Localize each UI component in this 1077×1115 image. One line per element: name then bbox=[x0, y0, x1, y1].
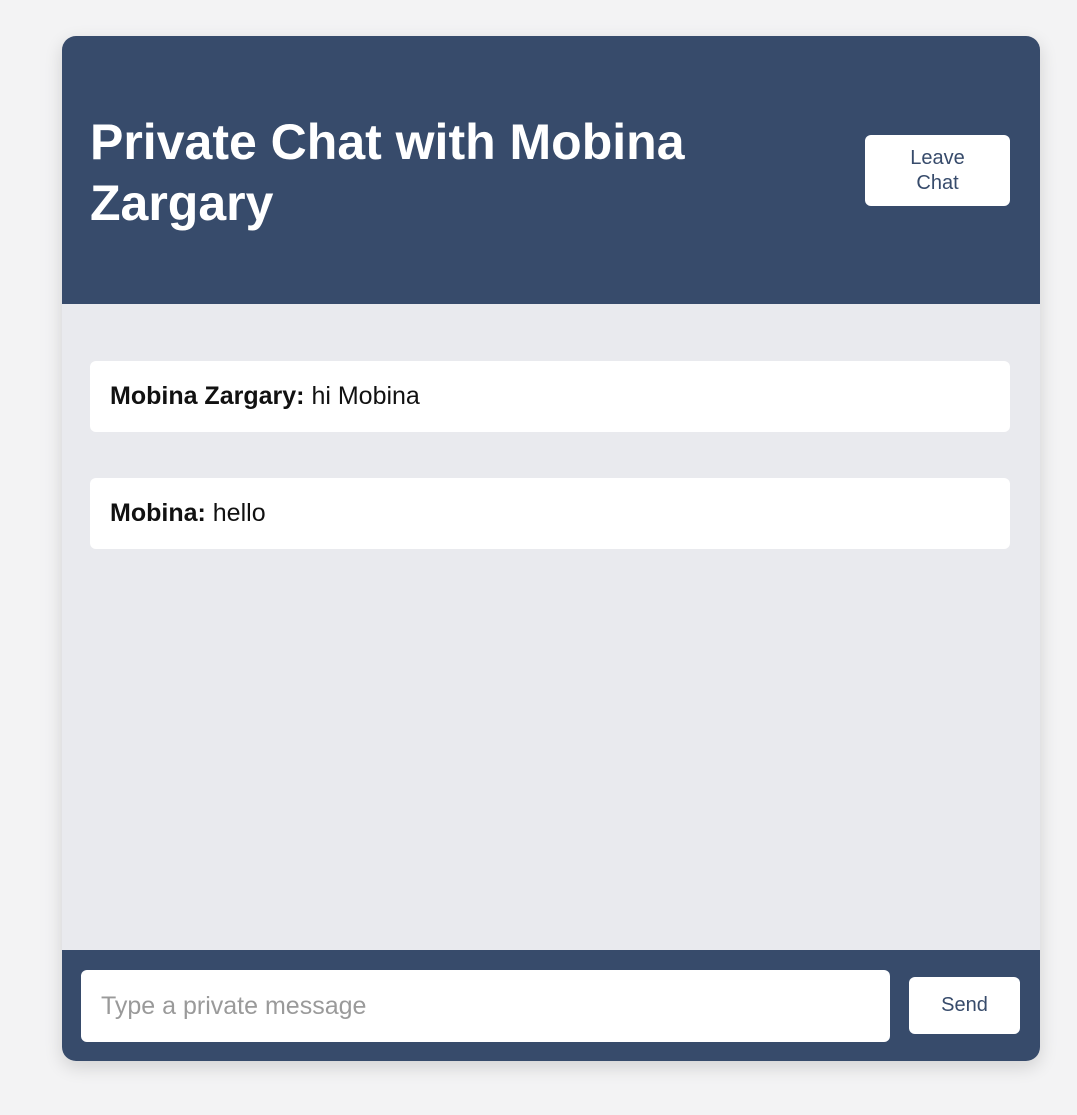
private-chat-window: Private Chat with Mobina Zargary Leave C… bbox=[62, 36, 1040, 1061]
message-item: Mobina: hello bbox=[90, 478, 1010, 549]
leave-chat-button[interactable]: Leave Chat bbox=[865, 135, 1010, 206]
message-text: Mobina Zargary: hi Mobina bbox=[110, 382, 420, 411]
message-list: Mobina Zargary: hi Mobina Mobina: hello bbox=[62, 304, 1040, 950]
chat-header: Private Chat with Mobina Zargary Leave C… bbox=[62, 36, 1040, 304]
send-button[interactable]: Send bbox=[909, 977, 1020, 1034]
chat-title: Private Chat with Mobina Zargary bbox=[90, 114, 685, 231]
message-body: hello bbox=[212, 499, 266, 527]
message-sender: Mobina: bbox=[110, 499, 206, 527]
message-text: Mobina: hello bbox=[110, 499, 266, 528]
message-sender: Mobina Zargary: bbox=[110, 382, 305, 410]
message-item: Mobina Zargary: hi Mobina bbox=[90, 361, 1010, 432]
private-message-input[interactable] bbox=[81, 970, 890, 1042]
message-body: hi Mobina bbox=[311, 382, 420, 410]
message-composer: Send bbox=[62, 950, 1040, 1061]
